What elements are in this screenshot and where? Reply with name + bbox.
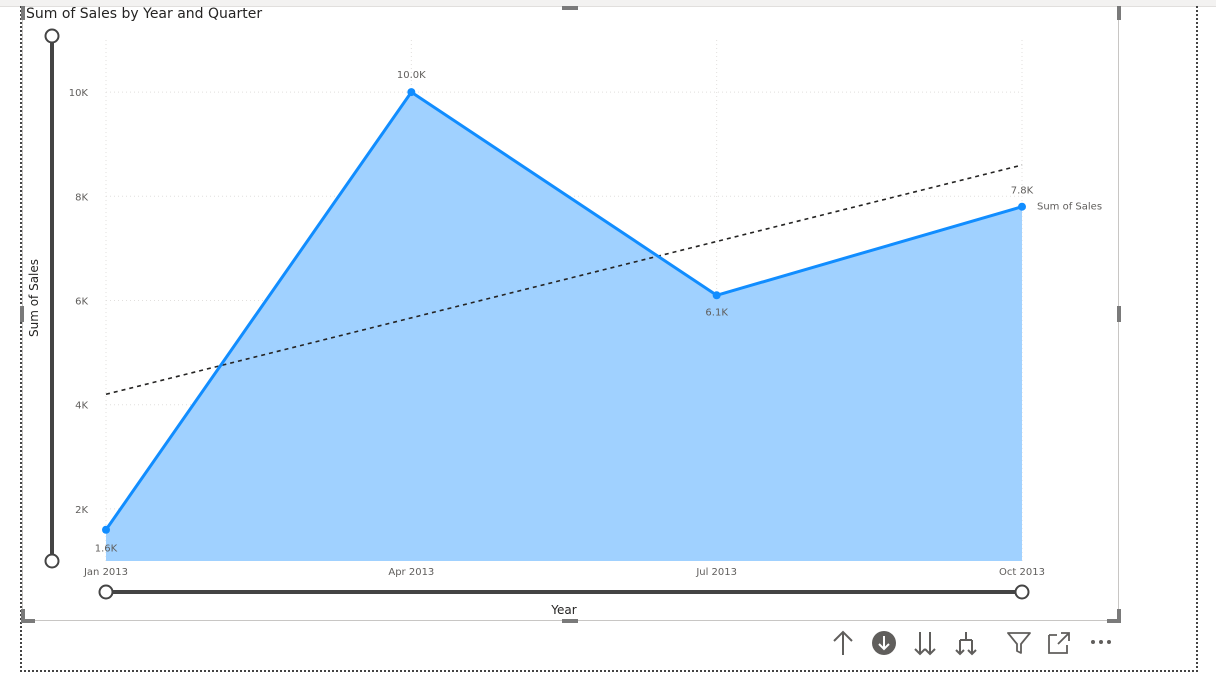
resize-handle-right[interactable] [1117, 306, 1121, 322]
x-tick-label: Apr 2013 [388, 567, 434, 578]
resize-handle-top[interactable] [562, 6, 578, 10]
next-level-icon[interactable] [910, 626, 940, 660]
x-tick-label: Oct 2013 [999, 567, 1045, 578]
resize-handle-bottom-left[interactable] [21, 609, 35, 623]
series-area [106, 92, 1022, 561]
y-axis-title: Sum of Sales [27, 259, 41, 337]
data-label: 1.6K [95, 544, 118, 555]
data-point[interactable] [712, 291, 721, 300]
data-label: 7.8K [1011, 186, 1034, 197]
y-slider-handle-bottom[interactable] [44, 553, 60, 569]
data-point[interactable] [1018, 202, 1026, 211]
x-axis-zoom-slider[interactable] [98, 584, 1030, 600]
x-axis-ticks: Jan 2013 Apr 2013 Jul 2013 Oct 2013 [83, 567, 1045, 578]
data-label: 10.0K [397, 70, 426, 81]
visual-header-toolbar [826, 626, 1126, 660]
resize-handle-bottom-right[interactable] [1107, 609, 1121, 623]
y-axis-zoom-slider[interactable] [44, 28, 60, 569]
drill-down-toggle-icon[interactable] [869, 626, 899, 660]
y-tick-label: 6K [75, 297, 88, 308]
resize-handle-bottom[interactable] [562, 619, 578, 623]
drill-up-icon[interactable] [828, 626, 858, 660]
x-slider-handle-right[interactable] [1014, 584, 1030, 600]
x-axis-title: Year [550, 603, 576, 617]
series-name-label: Sum of Sales [1037, 202, 1102, 213]
resize-handle-left[interactable] [20, 306, 24, 322]
y-tick-label: 10K [69, 88, 89, 99]
resize-handle-top-left[interactable] [21, 6, 25, 20]
expand-hierarchy-icon[interactable] [951, 626, 981, 660]
data-label: 6.1K [705, 307, 728, 318]
x-tick-label: Jul 2013 [695, 567, 737, 578]
series-area-fill [106, 92, 1022, 561]
area-chart: 2K 4K 6K 8K 10K Jan 2013 Apr 2013 Jul 2013 Oct … [20, 6, 1121, 623]
y-tick-label: 8K [75, 192, 88, 203]
y-tick-label: 2K [75, 505, 88, 516]
y-axis-ticks: 2K 4K 6K 8K 10K [69, 88, 89, 516]
x-slider-handle-left[interactable] [98, 584, 114, 600]
more-options-icon[interactable] [1086, 626, 1116, 660]
y-slider-handle-top[interactable] [44, 28, 60, 44]
x-tick-label: Jan 2013 [83, 567, 128, 578]
data-point[interactable] [102, 525, 110, 534]
resize-handle-top-right[interactable] [1117, 6, 1121, 20]
focus-mode-icon[interactable] [1044, 626, 1074, 660]
y-tick-label: 4K [75, 401, 88, 412]
data-point[interactable] [407, 88, 416, 97]
filter-icon[interactable] [1004, 626, 1034, 660]
